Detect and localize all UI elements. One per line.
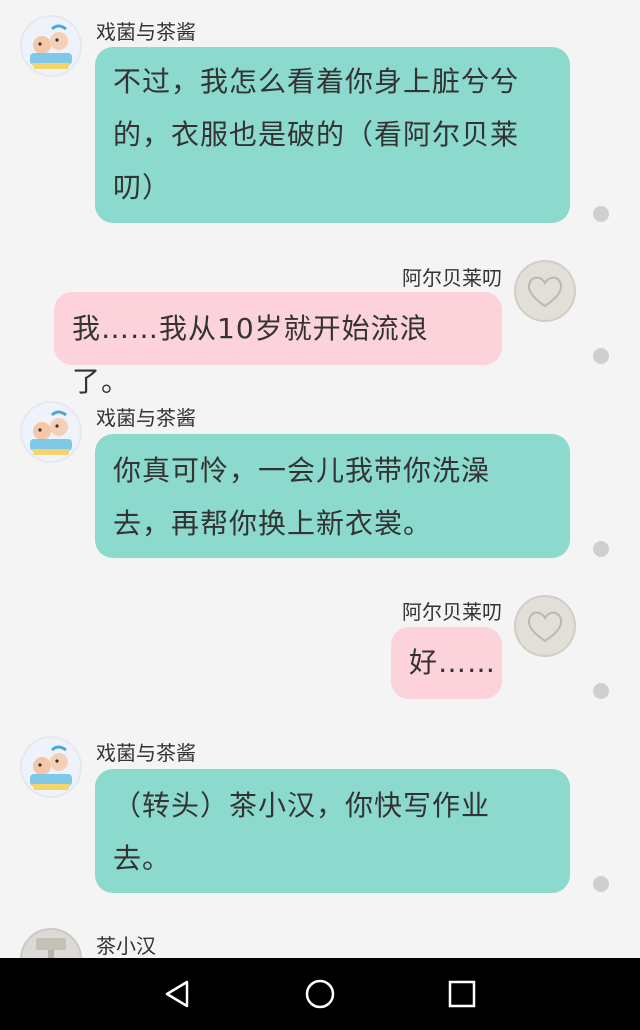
cartoon-sticker-icon <box>30 24 72 69</box>
message-line: 去，再帮你换上新衣裳。 <box>113 507 433 540</box>
avatar-xijun[interactable] <box>20 401 82 463</box>
avatar-aerbei[interactable] <box>514 260 576 322</box>
back-triangle-icon[interactable] <box>160 976 196 1012</box>
avatar-xijun[interactable] <box>20 736 82 798</box>
read-status-dot <box>593 876 609 892</box>
home-circle-icon[interactable] <box>302 976 338 1012</box>
sender-name: 戏菌与茶酱 <box>96 20 196 44</box>
message-line: 我……我从10岁就开始流浪了。 <box>72 312 429 398</box>
message-bubble[interactable]: 我……我从10岁就开始流浪了。 <box>54 292 502 398</box>
heart-outline-icon <box>527 276 563 308</box>
heart-outline-icon <box>527 611 563 643</box>
sender-name: 阿尔贝莱叨 <box>402 266 502 290</box>
sender-name: 阿尔贝莱叨 <box>402 600 502 624</box>
message-bubble[interactable]: 不过，我怎么看着你身上脏兮兮 的，衣服也是破的（看阿尔贝莱 叨） <box>95 47 570 223</box>
message-bubble[interactable]: 你真可怜，一会儿我带你洗澡 去，再帮你换上新衣裳。 <box>95 434 570 558</box>
chat-area[interactable]: 戏菌与茶酱 不过，我怎么看着你身上脏兮兮 的，衣服也是破的（看阿尔贝莱 叨） 阿… <box>0 0 640 958</box>
message-line: 好…… <box>409 646 497 679</box>
read-status-dot <box>593 348 609 364</box>
message-line: 叨） <box>113 171 172 204</box>
message-line: 不过，我怎么看着你身上脏兮兮 <box>113 65 520 98</box>
read-status-dot <box>593 541 609 557</box>
message-line: （转头）茶小汉，你快写作业 <box>113 789 491 822</box>
recent-apps-square-icon[interactable] <box>444 976 480 1012</box>
sender-name: 戏菌与茶酱 <box>96 741 196 765</box>
sender-name: 戏菌与茶酱 <box>96 406 196 430</box>
hammer-icon <box>36 938 66 958</box>
read-status-dot <box>593 683 609 699</box>
avatar-chaxiaohan[interactable] <box>20 928 82 958</box>
navigation-bar <box>0 958 640 1030</box>
cartoon-sticker-icon <box>30 410 72 455</box>
sender-name: 茶小汉 <box>96 934 156 958</box>
message-line: 你真可怜，一会儿我带你洗澡 <box>113 454 491 487</box>
message-line: 去。 <box>113 842 172 875</box>
avatar-xijun[interactable] <box>20 15 82 77</box>
avatar-aerbei[interactable] <box>514 595 576 657</box>
message-bubble[interactable]: （转头）茶小汉，你快写作业 去。 <box>95 769 570 893</box>
message-bubble[interactable]: 好…… <box>391 627 502 699</box>
message-line: 的，衣服也是破的（看阿尔贝莱 <box>113 118 520 151</box>
read-status-dot <box>593 206 609 222</box>
cartoon-sticker-icon <box>30 745 72 790</box>
